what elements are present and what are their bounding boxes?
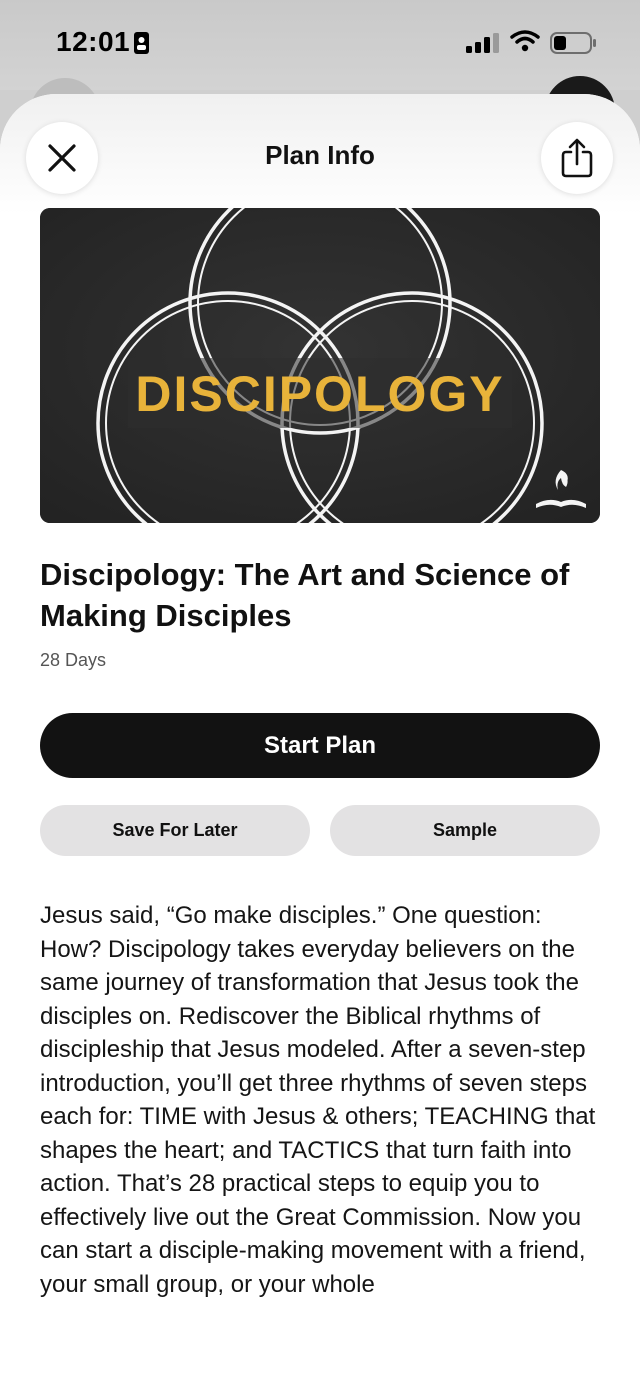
- share-button[interactable]: [541, 122, 613, 194]
- page-title: Plan Info: [265, 140, 375, 170]
- plan-description: Jesus said, “Go make disciples.” One que…: [40, 902, 596, 1298]
- cellular-signal-icon: [466, 33, 499, 53]
- battery-icon: [550, 32, 596, 54]
- plan-title: Discipology: The Art and Science of Maki…: [40, 557, 570, 633]
- id-badge-icon: [134, 32, 149, 54]
- plan-duration: 28 Days: [40, 650, 107, 670]
- close-button[interactable]: [26, 122, 98, 194]
- plan-cover-title: DISCIPOLOGY: [135, 366, 504, 422]
- wifi-icon: [510, 30, 540, 52]
- start-plan-button[interactable]: Start Plan: [40, 713, 600, 778]
- save-for-later-button[interactable]: Save For Later: [40, 805, 310, 856]
- plan-cover-image: DISCIPOLOGY: [40, 208, 600, 523]
- plan-info-sheet: Plan Info DISCIPOLOGY Discipology: The A…: [0, 94, 640, 1385]
- status-bar: 12:01: [0, 0, 640, 90]
- share-icon: [561, 138, 593, 178]
- status-time: 12:01: [56, 26, 131, 57]
- sample-button[interactable]: Sample: [330, 805, 600, 856]
- plan-cover-graphic: DISCIPOLOGY: [40, 208, 600, 523]
- close-icon: [48, 144, 76, 172]
